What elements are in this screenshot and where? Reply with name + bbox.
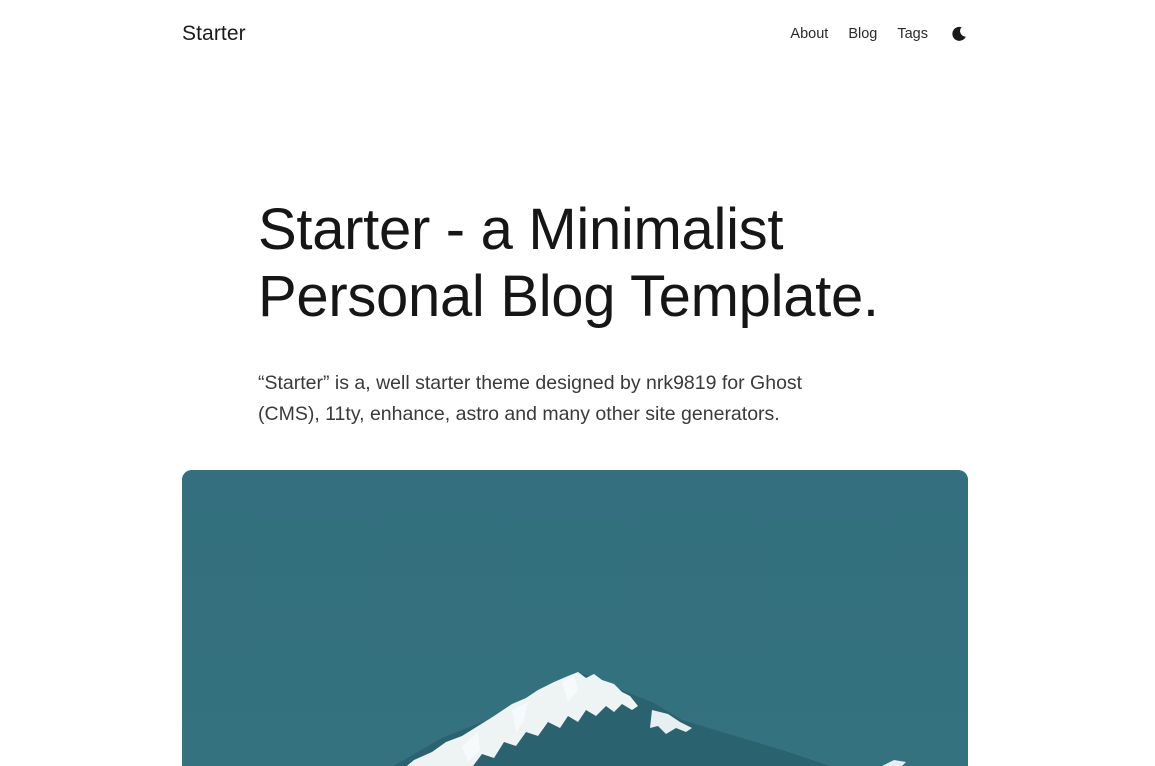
hero-title-line-1: Starter - a Minimalist	[258, 197, 784, 262]
featured-image	[182, 470, 968, 766]
moon-icon	[952, 26, 966, 41]
main-nav: About Blog Tags	[790, 25, 968, 43]
nav-link-blog[interactable]: Blog	[848, 26, 877, 42]
hero-description-line-1: “Starter” is a, well starter theme desig…	[258, 372, 803, 394]
site-header: Starter About Blog Tags	[182, 16, 968, 52]
hero-title-line-2: Personal Blog Template.	[258, 264, 879, 329]
theme-toggle-button[interactable]	[950, 25, 968, 43]
hero-title: Starter - a Minimalist Personal Blog Tem…	[258, 196, 898, 330]
mountain-illustration	[182, 470, 968, 766]
nav-link-about[interactable]: About	[790, 26, 828, 42]
hero-section: Starter - a Minimalist Personal Blog Tem…	[258, 196, 898, 430]
site-logo[interactable]: Starter	[182, 22, 246, 46]
hero-description: “Starter” is a, well starter theme desig…	[258, 368, 868, 430]
hero-description-line-2: (CMS), 11ty, enhance, astro and many oth…	[258, 403, 780, 425]
nav-link-tags[interactable]: Tags	[897, 26, 928, 42]
